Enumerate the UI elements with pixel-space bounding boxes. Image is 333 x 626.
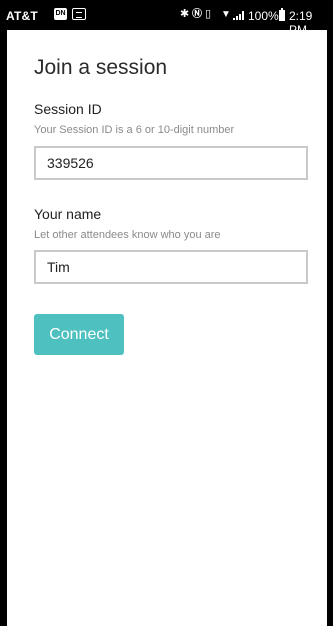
your-name-label: Your name bbox=[34, 206, 102, 222]
your-name-help: Let other attendees know who you are bbox=[34, 229, 221, 241]
vibrate-icon: ▯ bbox=[205, 8, 212, 20]
carrier-label: AT&T bbox=[6, 9, 38, 23]
nfc-icon: Ⓝ bbox=[192, 9, 202, 20]
status-bar: AT&T DN ✱ Ⓝ ▯ ▼ 100% 2:19 PM bbox=[0, 0, 333, 37]
dn-badge-icon: DN bbox=[54, 8, 67, 20]
session-id-label: Session ID bbox=[34, 101, 102, 117]
join-session-screen: Join a session Session ID Your Session I… bbox=[7, 30, 327, 626]
connect-button[interactable]: Connect bbox=[34, 314, 124, 355]
bluetooth-icon: ✱ bbox=[180, 8, 190, 20]
session-id-input[interactable] bbox=[34, 146, 308, 180]
session-id-help: Your Session ID is a 6 or 10-digit numbe… bbox=[34, 124, 235, 136]
gallery-icon bbox=[72, 8, 86, 20]
battery-icon bbox=[279, 8, 285, 21]
page-title: Join a session bbox=[34, 56, 168, 79]
battery-percent: 100% bbox=[248, 9, 279, 23]
wifi-icon: ▼ bbox=[221, 9, 231, 20]
your-name-input[interactable] bbox=[34, 250, 308, 284]
signal-icon bbox=[233, 11, 245, 20]
